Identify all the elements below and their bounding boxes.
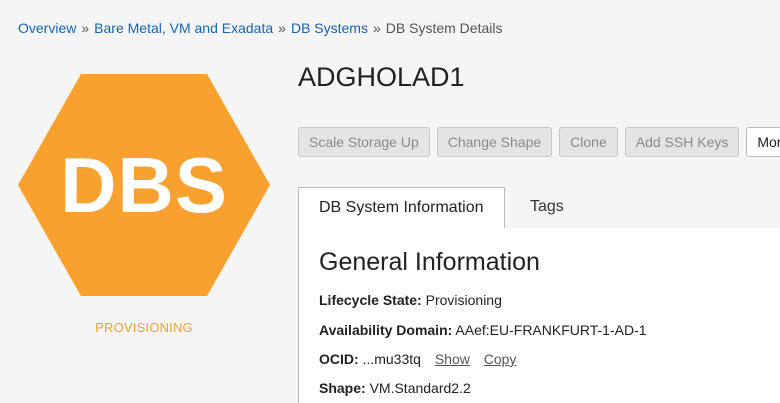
section-title: General Information (319, 248, 540, 276)
lifecycle-state-label: Lifecycle State: (319, 292, 422, 308)
breadcrumb-db-systems-link[interactable]: DB Systems (291, 20, 368, 36)
availability-domain-row: Availability Domain: AAef:EU-FRANKFURT-1… (319, 322, 647, 338)
ocid-label: OCID: (319, 351, 359, 367)
detail-tabs: DB System Information Tags (298, 187, 780, 229)
breadcrumb: Overview» Bare Metal, VM and Exadata» DB S… (18, 20, 502, 36)
more-actions-button[interactable]: More (746, 127, 780, 157)
breadcrumb-current: DB System Details (385, 20, 503, 36)
clone-button[interactable]: Clone (559, 127, 618, 157)
tab-db-system-information[interactable]: DB System Information (298, 187, 505, 229)
shape-row: Shape: VM.Standard2.2 (319, 380, 471, 396)
add-ssh-keys-button[interactable]: Add SSH Keys (624, 127, 740, 157)
page-title: ADGHOLAD1 (298, 62, 465, 92)
breadcrumb-separator: » (278, 20, 286, 36)
dbs-icon-label: DBS (60, 140, 228, 229)
shape-value: VM.Standard2.2 (369, 380, 471, 396)
scale-storage-up-button[interactable]: Scale Storage Up (298, 127, 430, 157)
lifecycle-status-caption: PROVISIONING (95, 320, 193, 335)
general-information-panel: General Information Lifecycle State: Pro… (298, 228, 780, 403)
ocid-value: ...mu33tq (362, 351, 421, 367)
lifecycle-state-value: Provisioning (425, 292, 502, 308)
ocid-copy-link[interactable]: Copy (484, 351, 517, 367)
lifecycle-state-row: Lifecycle State: Provisioning (319, 292, 502, 308)
ocid-row: OCID: ...mu33tq Show Copy (319, 351, 516, 367)
availability-domain-value: AAef:EU-FRANKFURT-1-AD-1 (455, 322, 647, 338)
breadcrumb-overview-link[interactable]: Overview (18, 20, 76, 36)
availability-domain-label: Availability Domain: (319, 322, 453, 338)
action-toolbar: Scale Storage Up Change Shape Clone Add … (298, 127, 780, 157)
tab-tags[interactable]: Tags (510, 187, 584, 228)
breadcrumb-bare-metal-link[interactable]: Bare Metal, VM and Exadata (94, 20, 273, 36)
shape-label: Shape: (319, 380, 366, 396)
breadcrumb-separator: » (81, 20, 90, 36)
ocid-show-link[interactable]: Show (435, 351, 470, 367)
breadcrumb-separator: » (372, 20, 381, 36)
dbs-hexagon-icon: DBS (18, 74, 270, 296)
change-shape-button[interactable]: Change Shape (436, 127, 553, 157)
